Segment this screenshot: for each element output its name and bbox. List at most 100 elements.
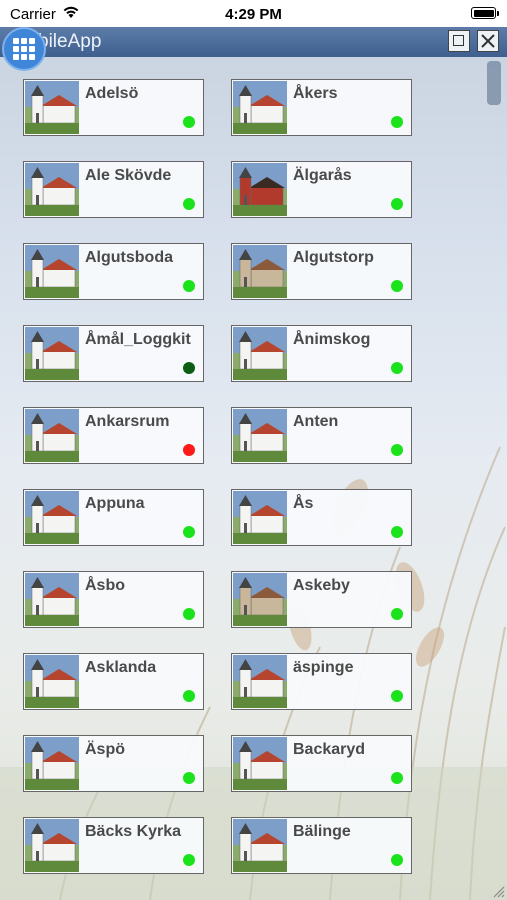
church-name: Åkers xyxy=(293,85,338,102)
church-card[interactable]: Appuna xyxy=(23,489,204,546)
grid-icon xyxy=(13,54,19,60)
status-indicator xyxy=(391,444,403,456)
status-indicator xyxy=(183,608,195,620)
church-card[interactable]: Ås xyxy=(231,489,412,546)
app-window: bileApp Adelsö Åkers Ale Skövde Älgarås Algu… xyxy=(0,27,507,900)
church-card[interactable]: Älgarås xyxy=(231,161,412,218)
status-indicator xyxy=(391,280,403,292)
church-name: Asklanda xyxy=(85,659,157,676)
church-thumbnail xyxy=(25,655,79,708)
church-thumbnail xyxy=(25,737,79,790)
church-card[interactable]: Äspö xyxy=(23,735,204,792)
church-thumbnail xyxy=(233,81,287,134)
status-bar: Carrier 4:29 PM xyxy=(0,0,507,27)
church-name: Bälinge xyxy=(293,823,351,840)
church-thumbnail xyxy=(233,655,287,708)
church-card[interactable]: Åmål_Loggkit xyxy=(23,325,204,382)
status-indicator xyxy=(391,526,403,538)
grid-icon xyxy=(29,46,35,52)
church-thumbnail xyxy=(25,491,79,544)
church-card[interactable]: Asklanda xyxy=(23,653,204,710)
app-title: bileApp xyxy=(38,31,102,52)
church-name: Äspö xyxy=(85,741,125,758)
church-card[interactable]: Algutstorp xyxy=(231,243,412,300)
battery-cap xyxy=(497,11,499,16)
church-thumbnail xyxy=(25,409,79,462)
status-time: 4:29 PM xyxy=(225,6,282,23)
close-button[interactable] xyxy=(477,30,499,52)
grid-icon xyxy=(21,54,27,60)
church-card[interactable]: Åsbo xyxy=(23,571,204,628)
scrollbar-thumb[interactable] xyxy=(487,61,501,105)
church-card[interactable]: Algutsboda xyxy=(23,243,204,300)
status-indicator xyxy=(391,854,403,866)
church-card[interactable]: Bälinge xyxy=(231,817,412,874)
church-name: Älgarås xyxy=(293,167,352,184)
status-indicator xyxy=(183,198,195,210)
close-icon xyxy=(481,34,495,48)
church-card[interactable]: Backaryd xyxy=(231,735,412,792)
church-thumbnail xyxy=(233,409,287,462)
church-thumbnail xyxy=(25,245,79,298)
church-name: Askeby xyxy=(293,577,350,594)
status-indicator xyxy=(391,608,403,620)
church-card[interactable]: Ankarsrum xyxy=(23,407,204,464)
status-indicator xyxy=(391,198,403,210)
church-card[interactable]: Anten xyxy=(231,407,412,464)
church-name: Backaryd xyxy=(293,741,366,758)
church-name: äspinge xyxy=(293,659,354,676)
church-name: Appuna xyxy=(85,495,145,512)
grid-icon xyxy=(13,38,19,44)
maximize-button[interactable] xyxy=(448,30,470,52)
status-indicator xyxy=(183,854,195,866)
resize-grip-icon[interactable] xyxy=(491,884,505,898)
church-thumbnail xyxy=(233,737,287,790)
grid-icon xyxy=(13,46,19,52)
church-name: Åsbo xyxy=(85,577,125,594)
church-name: Anten xyxy=(293,413,339,430)
church-card[interactable]: Askeby xyxy=(231,571,412,628)
maximize-icon xyxy=(453,35,464,46)
status-indicator xyxy=(391,116,403,128)
status-indicator xyxy=(183,444,195,456)
status-indicator xyxy=(183,280,195,292)
church-thumbnail xyxy=(233,163,287,216)
church-card[interactable]: Ale Skövde xyxy=(23,161,204,218)
church-name: Ale Skövde xyxy=(85,167,172,184)
church-thumbnail xyxy=(25,81,79,134)
grid-icon xyxy=(21,38,27,44)
church-name: Ås xyxy=(293,495,314,512)
church-name: Bäcks Kyrka xyxy=(85,823,182,840)
grid-icon xyxy=(21,46,27,52)
church-name: Ankarsrum xyxy=(85,413,170,430)
church-thumbnail xyxy=(233,819,287,872)
status-indicator xyxy=(183,690,195,702)
grid-icon xyxy=(29,54,35,60)
church-card[interactable]: Åkers xyxy=(231,79,412,136)
church-thumbnail xyxy=(25,819,79,872)
church-name: Åmål_Loggkit xyxy=(85,331,191,348)
app-menu-button[interactable] xyxy=(2,27,46,71)
church-card[interactable]: äspinge xyxy=(231,653,412,710)
status-indicator xyxy=(183,116,195,128)
church-name: Algutsboda xyxy=(85,249,173,266)
status-indicator xyxy=(183,526,195,538)
church-name: Algutstorp xyxy=(293,249,374,266)
church-thumbnail xyxy=(233,245,287,298)
grid-icon xyxy=(29,38,35,44)
church-card[interactable]: Ånimskog xyxy=(231,325,412,382)
church-thumbnail xyxy=(233,491,287,544)
title-bar: bileApp xyxy=(0,27,507,57)
church-thumbnail xyxy=(233,327,287,380)
church-name: Ånimskog xyxy=(293,331,371,348)
church-card[interactable]: Adelsö xyxy=(23,79,204,136)
status-indicator xyxy=(391,690,403,702)
church-name: Adelsö xyxy=(85,85,139,102)
church-card[interactable]: Bäcks Kyrka xyxy=(23,817,204,874)
church-thumbnail xyxy=(25,327,79,380)
church-thumbnail xyxy=(25,573,79,626)
church-thumbnail xyxy=(233,573,287,626)
battery-icon xyxy=(471,7,496,19)
scrollbar[interactable] xyxy=(485,57,507,900)
status-indicator xyxy=(391,772,403,784)
